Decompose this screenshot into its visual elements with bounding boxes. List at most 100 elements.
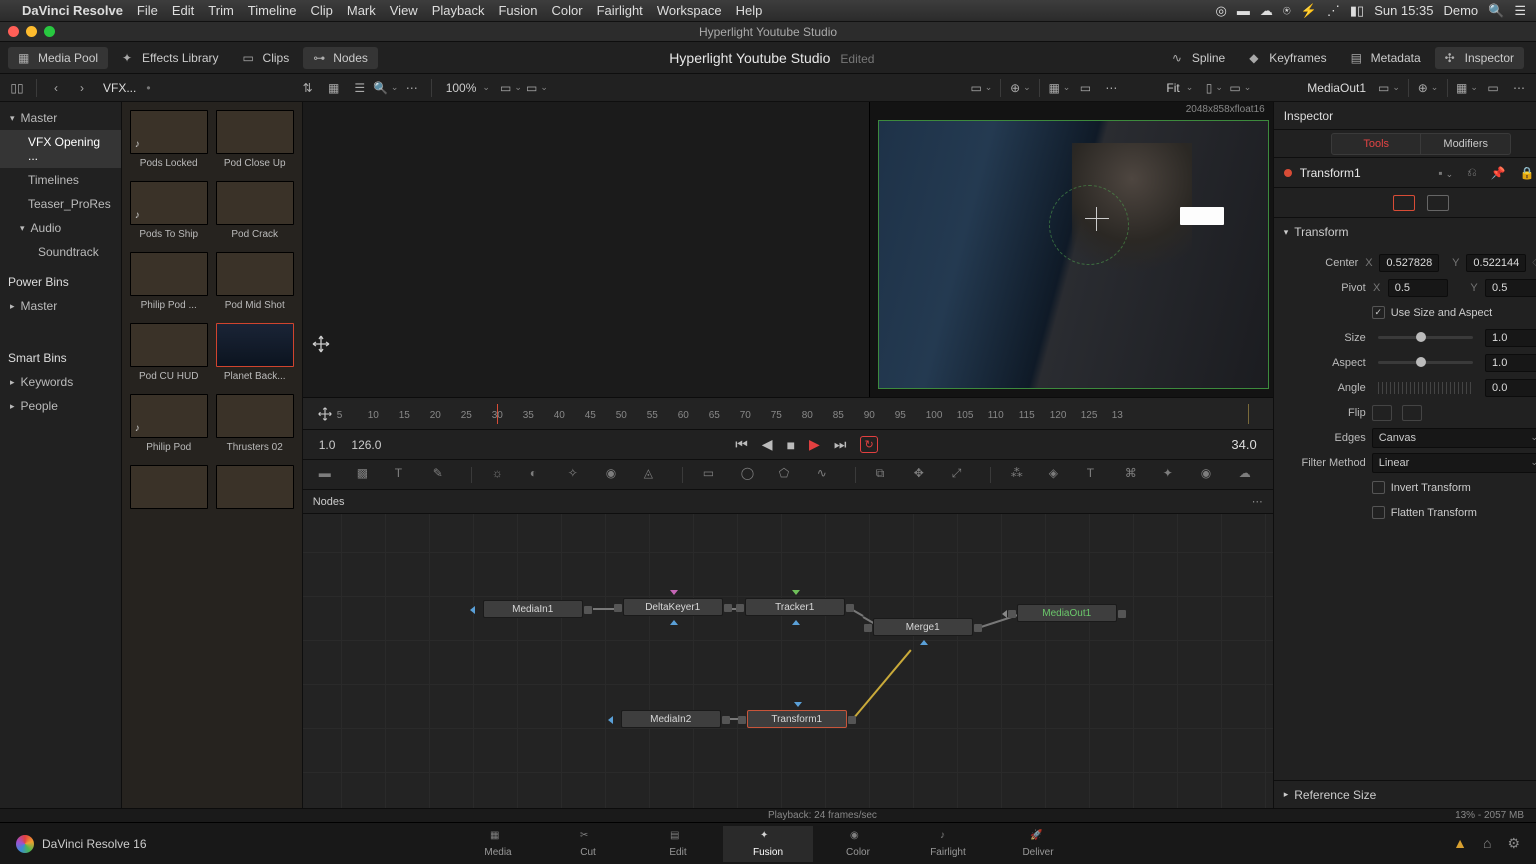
edges-dropdown[interactable]: Canvas⌄ [1372, 428, 1536, 448]
more-icon[interactable]: ⋯ [1100, 77, 1122, 99]
fx-mask-rect-icon[interactable]: ▭ [703, 466, 721, 484]
menu-mark[interactable]: Mark [347, 3, 376, 18]
breadcrumb[interactable]: VFX... [97, 81, 142, 95]
page-deliver[interactable]: 🚀Deliver [993, 826, 1083, 862]
fx-hue-icon[interactable]: ✧ [568, 466, 586, 484]
zoom-window-button[interactable] [44, 26, 55, 37]
tool-icon[interactable]: ▭⌄ [500, 77, 522, 99]
keyframe-icon[interactable]: ◇▸ [1532, 257, 1536, 268]
size-input[interactable]: 1.0 [1485, 329, 1536, 347]
sys-icon[interactable]: ⍟ [1283, 3, 1291, 19]
clip-item[interactable]: ♪Pods Locked [130, 110, 208, 169]
flatten-checkbox[interactable] [1372, 506, 1385, 519]
range-start[interactable]: 1.0 [319, 438, 336, 452]
menu-workspace[interactable]: Workspace [657, 3, 722, 18]
menu-file[interactable]: File [137, 3, 158, 18]
sys-icon[interactable]: ☁ [1260, 3, 1273, 19]
range-end[interactable]: 126.0 [351, 438, 381, 452]
bin-master[interactable]: ▾Master [0, 106, 121, 130]
viewer-opt-icon[interactable]: ▭⌄ [1229, 77, 1251, 99]
sys-wifi-icon[interactable]: ⋰ [1327, 3, 1340, 19]
loop-button[interactable]: ↻ [860, 436, 877, 453]
center-x-input[interactable]: 0.527828 [1379, 254, 1439, 272]
page-color[interactable]: ◉Color [813, 826, 903, 862]
viewer-b[interactable]: 2048x858xfloat16 [869, 102, 1273, 397]
inspector-mode-settings[interactable] [1427, 195, 1449, 211]
aspect-input[interactable]: 1.0 [1485, 354, 1536, 372]
fx-render-icon[interactable]: ◉ [1201, 466, 1219, 484]
search-icon[interactable]: 🔍⌄ [375, 77, 397, 99]
clip-item[interactable]: Pod Close Up [216, 110, 294, 169]
sort-icon[interactable]: ⇅ [297, 77, 319, 99]
lock-icon[interactable]: 🔒 [1520, 166, 1535, 180]
page-fusion[interactable]: ✦Fusion [723, 826, 813, 862]
fx-sharpen-icon[interactable]: ◬ [644, 466, 662, 484]
clip-item[interactable]: ♪Pods To Ship [130, 181, 208, 240]
menu-trim[interactable]: Trim [208, 3, 234, 18]
page-fairlight[interactable]: ♪Fairlight [903, 826, 993, 862]
fx-mask-bspline-icon[interactable]: ∿ [817, 466, 835, 484]
node-mediaout1[interactable]: MediaOut1 [1017, 604, 1117, 622]
viewer-opt-icon[interactable]: ▦⌄ [1048, 77, 1070, 99]
fit-dropdown[interactable]: Fit⌄ [1160, 81, 1199, 95]
more-icon[interactable]: ⋯ [1252, 495, 1263, 508]
clip-item[interactable]: Pod CU HUD [130, 323, 208, 382]
color-swatch-icon[interactable]: ▪⌄ [1438, 166, 1453, 180]
tool-icon[interactable]: ▭⌄ [526, 77, 548, 99]
fx-particles-icon[interactable]: ⁂ [1011, 466, 1029, 484]
time-ruler[interactable]: 5101520253035404550556065707580859095100… [303, 398, 1273, 430]
fx-text3d-icon[interactable]: T [1087, 466, 1105, 484]
inspector-tab-tools[interactable]: Tools [1331, 133, 1421, 155]
bin-soundtrack[interactable]: Soundtrack [0, 240, 121, 264]
layout-icon[interactable]: ▯▯ [6, 77, 28, 99]
close-window-button[interactable] [8, 26, 19, 37]
node-mediain2[interactable]: MediaIn2 [621, 710, 721, 728]
goto-start-button[interactable]: ⏮ [735, 436, 748, 453]
keyframes-toggle[interactable]: ◆Keyframes [1239, 47, 1336, 69]
goto-end-button[interactable]: ⏭ [834, 436, 847, 453]
play-button[interactable]: ▶ [809, 436, 820, 453]
bin-timelines[interactable]: Timelines [0, 168, 121, 192]
zoom-dropdown[interactable]: 100%⌄ [440, 81, 496, 95]
node-mediain1[interactable]: MediaIn1 [483, 600, 583, 618]
fx-blur-icon[interactable]: ◉ [606, 466, 624, 484]
menu-color[interactable]: Color [551, 3, 582, 18]
fx-transform-icon[interactable]: ✥ [914, 466, 932, 484]
nav-back-icon[interactable]: ‹ [45, 77, 67, 99]
menu-help[interactable]: Help [736, 3, 763, 18]
nav-forward-icon[interactable]: › [71, 77, 93, 99]
use-size-aspect-checkbox[interactable]: ✓ [1372, 306, 1385, 319]
viewer-opt-icon[interactable]: ▦⌄ [1456, 77, 1478, 99]
spline-toggle[interactable]: ∿Spline [1162, 47, 1235, 69]
menu-fusion[interactable]: Fusion [498, 3, 537, 18]
bin-audio[interactable]: ▾Audio [0, 216, 121, 240]
clip-item[interactable] [216, 465, 294, 513]
fx-merge-icon[interactable]: ⧉ [876, 466, 894, 484]
settings-icon[interactable]: ⚙ [1507, 835, 1520, 852]
angle-dial[interactable] [1378, 382, 1473, 394]
minimize-window-button[interactable] [26, 26, 37, 37]
list-view-icon[interactable]: ☰ [349, 77, 371, 99]
sys-battery-icon[interactable]: ▮▯ [1350, 3, 1364, 19]
powerbin-master[interactable]: ▸Master [0, 294, 121, 318]
clip-item[interactable]: Planet Back... [216, 323, 294, 382]
menu-fairlight[interactable]: Fairlight [597, 3, 643, 18]
page-edit[interactable]: ▤Edit [633, 826, 723, 862]
metadata-toggle[interactable]: ▤Metadata [1341, 47, 1431, 69]
step-back-button[interactable]: ◀ [762, 436, 773, 453]
page-cut[interactable]: ✂Cut [543, 826, 633, 862]
transform-center[interactable] [1083, 205, 1111, 233]
warning-icon[interactable]: ▲ [1453, 835, 1467, 852]
bin-vfx-opening[interactable]: VFX Opening ... [0, 130, 121, 168]
inspector-mode-controls[interactable] [1393, 195, 1415, 211]
effects-library-toggle[interactable]: ✦Effects Library [112, 47, 228, 69]
bin-teaser[interactable]: Teaser_ProRes [0, 192, 121, 216]
page-media[interactable]: ▦Media [453, 826, 543, 862]
flip-v-button[interactable] [1402, 405, 1422, 421]
fx-light-icon[interactable]: ✦ [1163, 466, 1181, 484]
center-y-input[interactable]: 0.522144 [1466, 254, 1526, 272]
media-pool-toggle[interactable]: ▦Media Pool [8, 47, 108, 69]
section-reference-size[interactable]: ▸Reference Size [1274, 780, 1536, 808]
fx-paint-icon[interactable]: ✎ [433, 466, 451, 484]
sys-clock[interactable]: Sun 15:35 [1374, 3, 1433, 18]
